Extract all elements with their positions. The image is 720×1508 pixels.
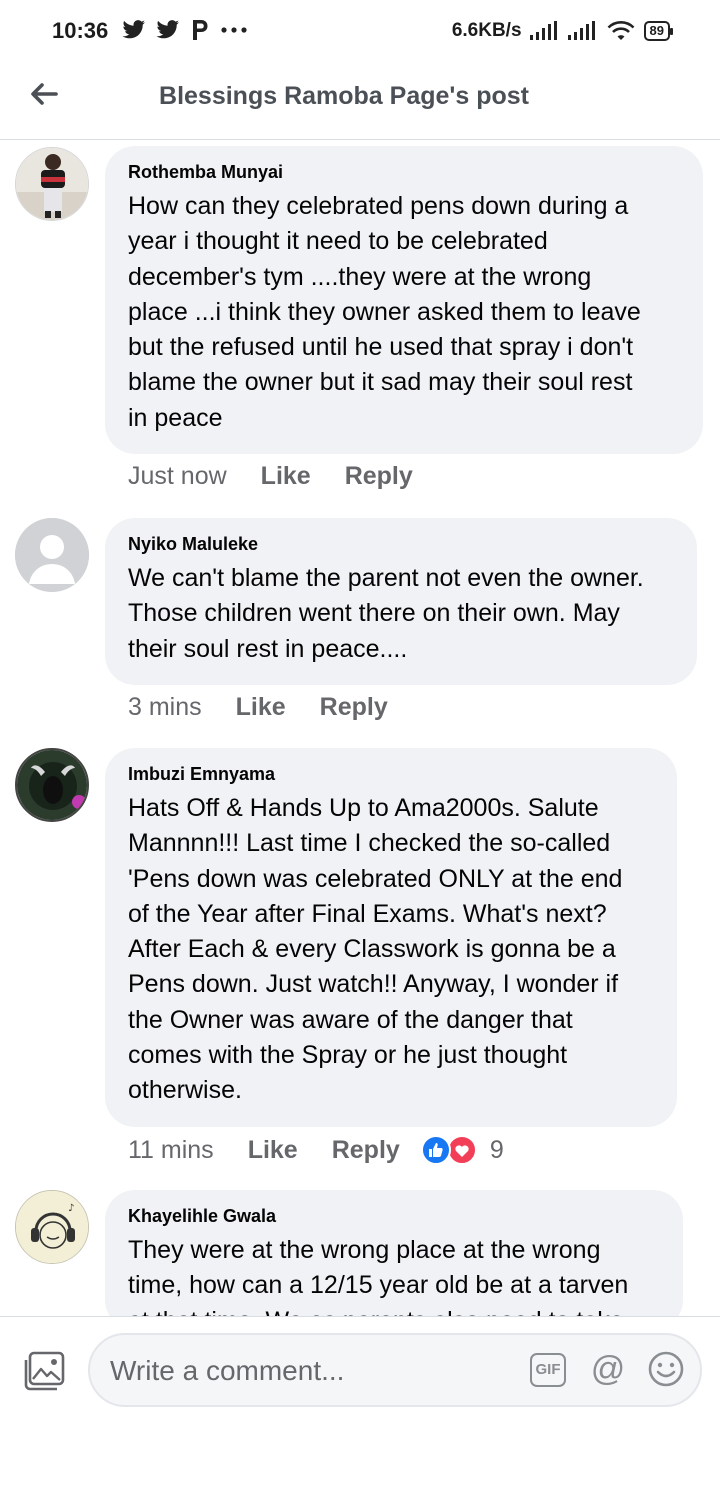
- battery-icon: 89: [643, 21, 674, 41]
- avatar[interactable]: ♪: [15, 1190, 89, 1264]
- comment-line: 'Pens down was celebrated ONLY at the en…: [128, 864, 623, 893]
- comment-text: How can they celebrated pens down during…: [128, 189, 681, 436]
- notification-icons: [122, 18, 248, 42]
- comment-line: blame the owner but it sad may their sou…: [128, 368, 633, 397]
- like-button[interactable]: Like: [248, 1136, 298, 1165]
- comment-author[interactable]: Rothemba Munyai: [128, 162, 681, 183]
- signal-icon: [567, 21, 595, 40]
- twitter-icon: [156, 20, 179, 39]
- comment-actions: 11 mins Like Reply 9: [128, 1134, 504, 1166]
- p-app-icon: [193, 20, 208, 40]
- status-time: 10:36: [52, 18, 109, 43]
- comment-line: Hats Off & Hands Up to Ama2000s. Salute: [128, 794, 599, 822]
- comment-bubble[interactable]: Imbuzi Emnyama Hats Off & Hands Up to Am…: [105, 748, 677, 1127]
- gif-button[interactable]: GIF: [530, 1353, 566, 1387]
- comment-author[interactable]: Khayelihle Gwala: [128, 1206, 661, 1227]
- default-avatar-icon: [15, 518, 89, 592]
- comment-author[interactable]: Imbuzi Emnyama: [128, 764, 655, 785]
- like-love-reaction-icon: [420, 1135, 477, 1165]
- comment-line: but the refused until he used that spray…: [128, 333, 634, 362]
- comment-text: We can't blame the parent not even the o…: [128, 561, 675, 667]
- reaction-count: 9: [489, 1135, 504, 1164]
- avatar[interactable]: [15, 518, 89, 592]
- comment-line: the Owner was aware of the danger that: [128, 1005, 573, 1034]
- comment-placeholder: Write a comment...: [110, 1355, 345, 1386]
- wifi-icon: [607, 21, 634, 40]
- comment-line: Mannnn!!! Last time I checked the so-cal…: [128, 829, 611, 858]
- comment-time[interactable]: 3 mins: [128, 693, 202, 722]
- avatar-goat-icon: [17, 750, 87, 820]
- comment-line: We can't blame the parent not even the o…: [128, 564, 644, 592]
- comment-composer: Write a comment... GIF @: [0, 1316, 720, 1508]
- photo-icon[interactable]: [22, 1351, 66, 1391]
- comment-line: How can they celebrated pens down during…: [128, 192, 629, 220]
- comment-bubble[interactable]: Khayelihle Gwala They were at the wrong …: [105, 1190, 683, 1335]
- avatar[interactable]: [15, 748, 89, 822]
- comment-line: Pens down. Just watch!! Anyway, I wonder…: [128, 970, 619, 999]
- comment-bubble[interactable]: Rothemba Munyai How can they celebrated …: [105, 146, 703, 455]
- comment-actions: 3 mins Like Reply: [128, 693, 388, 722]
- status-bar: 10:36 6.6KB/s 89: [0, 0, 720, 64]
- comment-line: their soul rest in peace....: [128, 634, 408, 663]
- reply-button[interactable]: Reply: [332, 1136, 400, 1165]
- signal-icon: [529, 21, 557, 40]
- comment-line: After Each & every Classwork is gonna be…: [128, 935, 616, 964]
- emoji-icon[interactable]: [646, 1349, 686, 1389]
- status-right: 6.6KB/s 89: [451, 20, 674, 42]
- comment-line: Those children went there on their own. …: [128, 599, 620, 628]
- comment-line: in peace: [128, 403, 223, 432]
- more-dots-icon: [221, 27, 247, 33]
- avatar-headphones-icon: ♪: [16, 1191, 88, 1263]
- comment-line: place ...i think they owner asked them t…: [128, 297, 641, 326]
- comment-line: time, how can a 12/15 year old be at a t…: [128, 1271, 629, 1300]
- like-button[interactable]: Like: [236, 693, 286, 722]
- comment-line: of the Year after Final Exams. What's ne…: [128, 899, 607, 928]
- post-header: Blessings Ramoba Page's post: [0, 64, 720, 140]
- comment-line: december's tym ....they were at the wron…: [128, 262, 592, 291]
- comment-actions: Just now Like Reply: [128, 462, 413, 491]
- svg-text:♪: ♪: [68, 1203, 74, 1214]
- comment-author[interactable]: Nyiko Maluleke: [128, 534, 675, 555]
- network-speed: 6.6KB/s: [451, 20, 522, 41]
- comment-bubble[interactable]: Nyiko Maluleke We can't blame the parent…: [105, 518, 697, 685]
- avatar-photo-icon: [16, 148, 88, 220]
- avatar[interactable]: [15, 147, 89, 221]
- reactions-summary[interactable]: 9: [420, 1134, 504, 1166]
- comment-time[interactable]: Just now: [128, 462, 227, 491]
- comment-text: Hats Off & Hands Up to Ama2000s. Salute …: [128, 791, 655, 1109]
- comment-input[interactable]: Write a comment... GIF @: [88, 1333, 702, 1407]
- comment-line: year i thought it need to be celebrated: [128, 227, 548, 256]
- comment-line: otherwise.: [128, 1076, 242, 1105]
- comment-time[interactable]: 11 mins: [128, 1136, 214, 1165]
- reply-button[interactable]: Reply: [345, 462, 413, 491]
- page-title: Blessings Ramoba Page's post: [159, 82, 529, 110]
- reply-button[interactable]: Reply: [320, 693, 388, 722]
- comment-line: comes with the Spray or he just thought: [128, 1041, 568, 1070]
- twitter-icon: [122, 20, 145, 39]
- like-button[interactable]: Like: [261, 462, 311, 491]
- mention-button[interactable]: @: [588, 1349, 628, 1389]
- comment-line: They were at the wrong place at the wron…: [128, 1236, 601, 1264]
